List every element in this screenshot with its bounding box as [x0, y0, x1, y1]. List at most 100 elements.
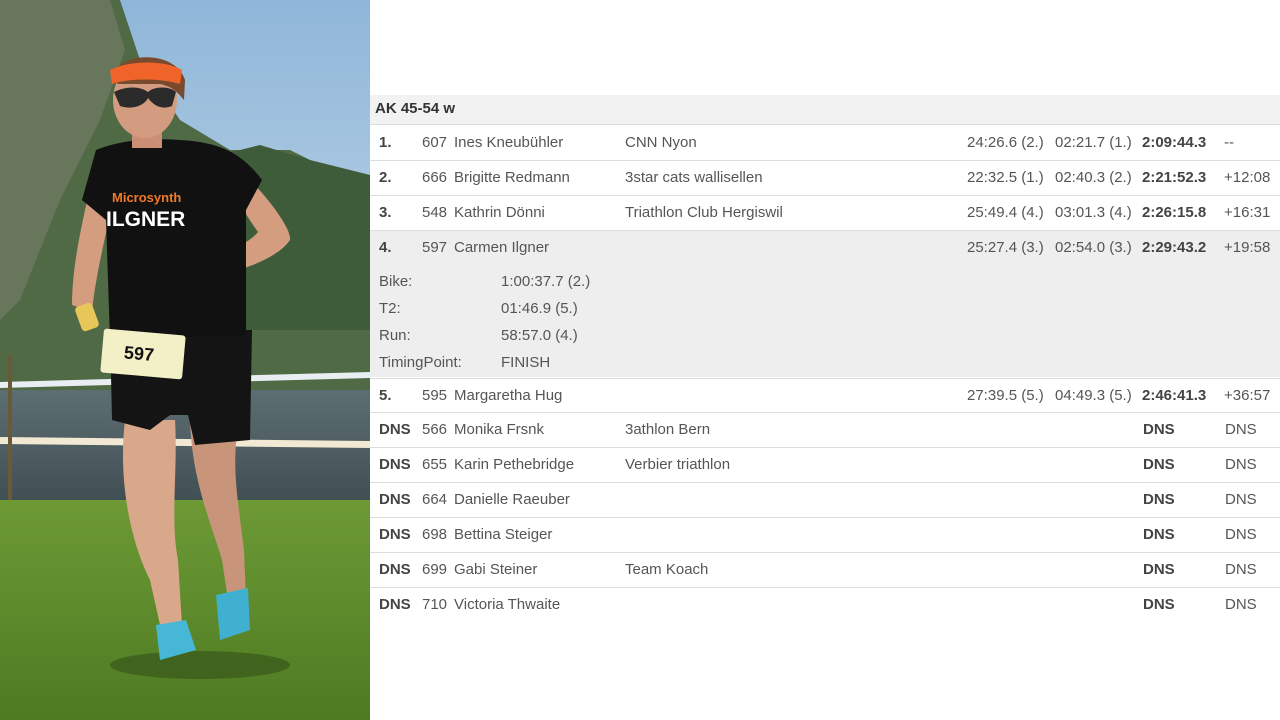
total-time: 2:46:41.3: [1142, 387, 1207, 404]
results-panel: AK 45-54 w 1. 607 Ines Kneubühler CNN Ny…: [370, 0, 1280, 720]
rank: DNS: [379, 526, 411, 543]
bib-number: 595: [422, 387, 448, 404]
jersey-sponsor: Microsynth: [112, 190, 181, 205]
split-label: T2:: [379, 300, 401, 317]
athlete-name: Danielle Raeuber: [454, 491, 570, 508]
bib-number: 607: [422, 134, 448, 151]
time-behind: DNS: [1225, 491, 1257, 508]
club-name: CNN Nyon: [625, 134, 697, 151]
swim-time: 22:32.5 (1.): [967, 169, 1044, 186]
athlete-name: Ines Kneubühler: [454, 134, 564, 151]
time-behind: DNS: [1225, 561, 1257, 578]
swim-time: 24:26.6 (2.): [967, 134, 1044, 151]
time-behind: DNS: [1225, 456, 1257, 473]
athlete-name: Bettina Steiger: [454, 526, 553, 543]
split-detail-run: Run: 58:57.0 (4.): [370, 322, 1280, 349]
split-details: Bike: 1:00:37.7 (2.) T2: 01:46.9 (5.) Ru…: [370, 265, 1280, 377]
bib-number: 666: [422, 169, 448, 186]
athlete-name: Kathrin Dönni: [454, 204, 545, 221]
rank: 4.: [379, 239, 392, 256]
time-behind: +36:57: [1224, 387, 1271, 404]
time-behind: --: [1224, 134, 1234, 151]
swim-time: 25:49.4 (4.): [967, 204, 1044, 221]
total-time: DNS: [1143, 526, 1175, 543]
result-row-dns[interactable]: DNS 710 Victoria Thwaite DNS DNS: [370, 588, 1280, 623]
t1-time: 04:49.3 (5.): [1055, 387, 1132, 404]
bib-number: 710: [422, 596, 448, 613]
athlete-name: Monika Frsnk: [454, 421, 545, 438]
bib-number: 655: [422, 456, 448, 473]
jersey-name: ILGNER: [106, 208, 185, 231]
total-time: DNS: [1143, 421, 1175, 438]
t1-time: 02:21.7 (1.): [1055, 134, 1132, 151]
swim-time: 25:27.4 (3.): [967, 239, 1044, 256]
split-detail-t2: T2: 01:46.9 (5.): [370, 295, 1280, 322]
jersey: [82, 139, 262, 340]
result-row-dns[interactable]: DNS 655 Karin Pethebridge Verbier triath…: [370, 448, 1280, 483]
race-bib-number: 597: [123, 342, 155, 365]
athlete-photo-illustration: Microsynth ILGNER 597: [0, 0, 370, 720]
time-behind: +16:31: [1224, 204, 1271, 221]
split-value: 01:46.9 (5.): [501, 300, 578, 317]
rank: 2.: [379, 169, 392, 186]
result-row-dns[interactable]: DNS 566 Monika Frsnk 3athlon Bern DNS DN…: [370, 413, 1280, 448]
athlete-name: Gabi Steiner: [454, 561, 538, 578]
athlete-photo: Microsynth ILGNER 597: [0, 0, 370, 720]
rank: 3.: [379, 204, 392, 221]
time-behind: +12:08: [1224, 169, 1271, 186]
athlete-name: Karin Pethebridge: [454, 456, 575, 473]
age-group-header[interactable]: AK 45-54 w: [370, 95, 1280, 125]
total-time: DNS: [1143, 491, 1175, 508]
time-behind: DNS: [1225, 526, 1257, 543]
rank: DNS: [379, 561, 411, 578]
club-name: 3athlon Bern: [625, 421, 711, 438]
total-time: 2:29:43.2: [1142, 239, 1207, 256]
t1-time: 02:54.0 (3.): [1055, 239, 1132, 256]
rank: DNS: [379, 596, 411, 613]
bib-number: 548: [422, 204, 448, 221]
result-row-expanded[interactable]: 4. 597 Carmen Ilgner 25:27.4 (3.) 02:54.…: [370, 231, 1280, 266]
split-value: 58:57.0 (4.): [501, 327, 578, 344]
bib-number: 566: [422, 421, 448, 438]
time-behind: +19:58: [1224, 239, 1271, 256]
result-row[interactable]: 2. 666 Brigitte Redmann 3star cats walli…: [370, 161, 1280, 196]
result-row-dns[interactable]: DNS 664 Danielle Raeuber DNS DNS: [370, 483, 1280, 518]
grass: [0, 500, 370, 720]
t1-time: 02:40.3 (2.): [1055, 169, 1132, 186]
rank: 1.: [379, 134, 392, 151]
athlete-name: Margaretha Hug: [454, 387, 563, 404]
split-label: TimingPoint:: [379, 354, 462, 371]
split-detail-timingpoint: TimingPoint: FINISH: [370, 349, 1280, 376]
result-row-dns[interactable]: DNS 698 Bettina Steiger DNS DNS: [370, 518, 1280, 553]
rank: DNS: [379, 421, 411, 438]
bib-number: 664: [422, 491, 448, 508]
total-time: 2:26:15.8: [1142, 204, 1207, 221]
time-behind: DNS: [1225, 421, 1257, 438]
rank: DNS: [379, 456, 411, 473]
total-time: DNS: [1143, 561, 1175, 578]
bib-number: 698: [422, 526, 448, 543]
age-group-title: AK 45-54 w: [375, 100, 456, 117]
split-value: FINISH: [501, 354, 551, 371]
result-row[interactable]: 5. 595 Margaretha Hug 27:39.5 (5.) 04:49…: [370, 378, 1280, 413]
club-name: Team Koach: [625, 561, 709, 578]
athlete-name: Victoria Thwaite: [454, 596, 561, 613]
t1-time: 03:01.3 (4.): [1055, 204, 1132, 221]
rank: 5.: [379, 387, 392, 404]
total-time: 2:21:52.3: [1142, 169, 1207, 186]
swim-time: 27:39.5 (5.): [967, 387, 1044, 404]
split-detail-bike: Bike: 1:00:37.7 (2.): [370, 268, 1280, 295]
runner-shadow: [110, 651, 290, 679]
result-row[interactable]: 1. 607 Ines Kneubühler CNN Nyon 24:26.6 …: [370, 126, 1280, 161]
total-time: 2:09:44.3: [1142, 134, 1207, 151]
rank: DNS: [379, 491, 411, 508]
club-name: Verbier triathlon: [625, 456, 731, 473]
time-behind: DNS: [1225, 596, 1257, 613]
split-value: 1:00:37.7 (2.): [501, 273, 591, 290]
split-label: Bike:: [379, 273, 413, 290]
split-label: Run:: [379, 327, 411, 344]
athlete-name: Brigitte Redmann: [454, 169, 570, 186]
result-row-dns[interactable]: DNS 699 Gabi Steiner Team Koach DNS DNS: [370, 553, 1280, 588]
result-row[interactable]: 3. 548 Kathrin Dönni Triathlon Club Herg…: [370, 196, 1280, 231]
total-time: DNS: [1143, 596, 1175, 613]
